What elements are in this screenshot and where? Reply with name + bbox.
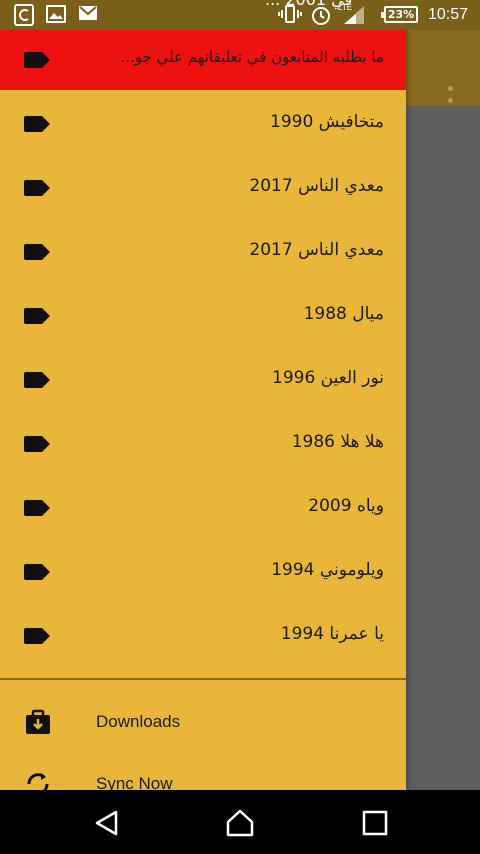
vibrate-icon [278, 4, 302, 28]
menu-item[interactable]: هلا هلا 1986 [0, 412, 406, 476]
menu-item[interactable]: ويلوموني 1994 [0, 540, 406, 604]
tag-icon [24, 116, 51, 132]
menu-item[interactable]: متخافيش 1990 [0, 92, 406, 156]
sync-now-label: Sync Now [96, 774, 173, 790]
tag-icon [24, 564, 51, 580]
menu-item[interactable]: معدي الناس 2017 [0, 220, 406, 284]
sync-now-item[interactable]: Sync Now [0, 754, 406, 790]
tag-icon [24, 180, 51, 196]
tag-icon [24, 436, 51, 452]
menu-item-label: يا عمرنا 1994 [280, 624, 384, 644]
download-briefcase-icon [24, 708, 52, 736]
sync-icon [24, 770, 52, 790]
alarm-icon [310, 4, 332, 30]
image-icon [46, 4, 66, 28]
back-triangle-icon[interactable] [92, 808, 122, 838]
app-notification-icon [14, 4, 34, 30]
downloads-label: Downloads [96, 712, 181, 731]
network-type-label: LTE [338, 3, 352, 12]
tag-icon [24, 372, 51, 388]
menu-item[interactable]: يا عمرنا 1994 [0, 604, 406, 668]
drawer-header-title: ما يطلبه المتابعون في تعليقاتهم علي جو..… [120, 48, 384, 66]
clock: 10:57 [428, 6, 469, 23]
menu-item-label: وياه 2009 [308, 496, 384, 516]
recents-square-icon[interactable] [360, 808, 390, 838]
menu-item-label: ميال 1988 [303, 304, 384, 324]
menu-item-label: متخافيش 1990 [270, 112, 384, 132]
menu-item-label: نور العين 1996 [272, 368, 384, 388]
system-navigation-bar [0, 790, 480, 854]
drawer-header-item[interactable]: ما يطلبه المتابعون في تعليقاتهم علي جو..… [0, 30, 406, 90]
navigation-drawer: ما يطلبه المتابعون في تعليقاتهم علي جو..… [0, 30, 406, 790]
menu-item[interactable]: ميال 1988 [0, 284, 406, 348]
tag-icon [24, 500, 51, 516]
status-bar: ... في 2001 LTE 23% 10:57 [0, 0, 480, 30]
menu-item-label: معدي الناس 2017 [249, 240, 384, 260]
tag-icon [24, 628, 51, 644]
home-icon[interactable] [225, 808, 255, 838]
tag-icon [24, 308, 51, 324]
menu-item[interactable]: وياه 2009 [0, 476, 406, 540]
menu-item-label: معدي الناس 2017 [249, 176, 384, 196]
menu-item[interactable]: نور العين 1996 [0, 348, 406, 412]
menu-item[interactable]: معدي الناس 2017 [0, 156, 406, 220]
menu-item-label: ويلوموني 1994 [271, 560, 384, 580]
menu-item-label: هلا هلا 1986 [291, 432, 384, 452]
tag-icon [24, 244, 51, 260]
gmail-icon [78, 4, 98, 26]
drawer-divider [0, 678, 406, 680]
signal-icon: LTE [338, 2, 368, 30]
battery-indicator: 23% [381, 6, 418, 23]
tag-icon [24, 52, 51, 68]
downloads-item[interactable]: Downloads [0, 692, 406, 752]
